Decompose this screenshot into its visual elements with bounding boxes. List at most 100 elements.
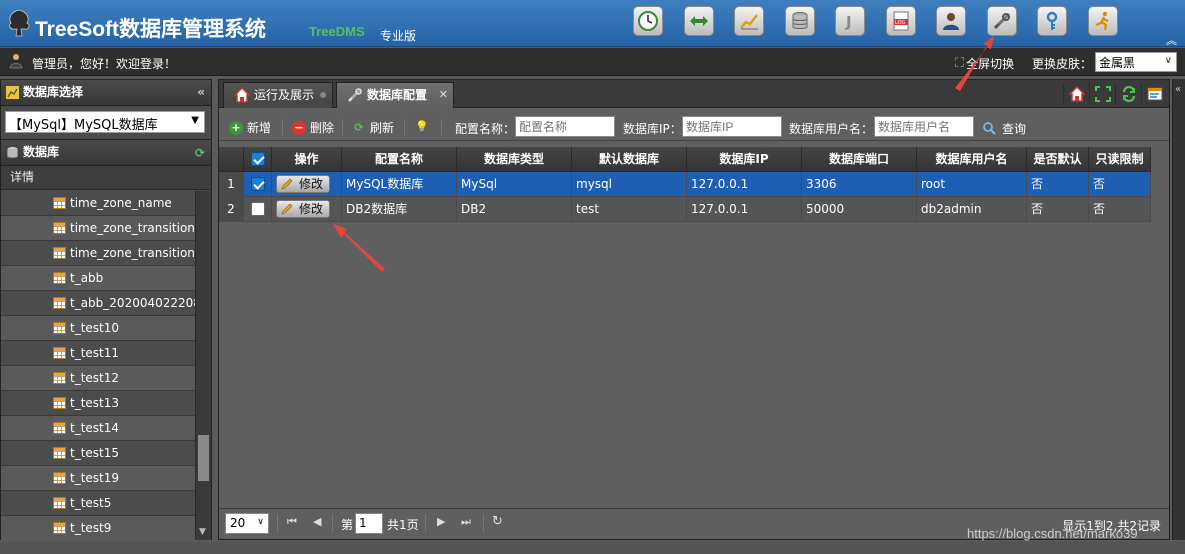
tab-label: 运行及展示 [254,88,315,102]
header-checkbox-cell[interactable] [244,147,272,172]
row-actions: 修改 [272,197,342,222]
plus-icon: + [229,120,243,135]
cell-is-default: 否 [1027,172,1089,197]
database-icon[interactable] [784,6,815,36]
tab-run-display[interactable]: 运行及展示 [223,82,333,108]
tree-item[interactable]: t_test12 [1,366,196,391]
clock-icon[interactable] [633,6,663,36]
row-checkbox-cell[interactable] [244,172,272,197]
chevron-down-icon: ∨ [257,517,264,527]
table-row[interactable]: 2 修改 DB2数据库 DB2 test 127.0.0.1 50000 db2… [219,197,1151,222]
db-select-panel-title: 数据库选择 « [1,80,211,106]
fullscreen-label: 全屏切换 [966,57,1015,71]
page-total: 共1页 [387,518,419,532]
page-size-select[interactable]: 20 ∨ [225,513,269,534]
query-button[interactable]: 查询 [983,120,1026,137]
user-input[interactable] [874,116,974,137]
db-select-value: 【MySql】MySQL数据库 [9,118,158,133]
page-prefix: 第 [341,518,354,532]
collapse-left-icon[interactable]: « [197,80,205,105]
cell-db-type: DB2 [457,197,572,222]
last-page-icon[interactable]: ⏭ [461,515,471,529]
tree-item[interactable]: t_test9 [1,516,196,540]
pencil-icon [281,178,293,190]
row-checkbox-cell[interactable] [244,197,272,222]
first-page-icon[interactable]: ⏮ [287,515,297,529]
tree-item[interactable]: t_test13 [1,391,196,416]
delete-button[interactable]: − 删除 [292,119,334,136]
j-icon[interactable]: J [835,6,865,36]
next-page-icon[interactable]: ▶ [437,515,445,528]
row-checkbox[interactable] [251,201,265,216]
tab-db-config[interactable]: 数据库配置 ✕ [336,82,454,108]
db-select[interactable]: 【MySql】MySQL数据库 ▼ [5,111,205,133]
table-row[interactable]: 1 修改 MySQL数据库 MySql mysql 127.0.0.1 3306… [219,172,1151,197]
tip-button[interactable]: 💡 [415,119,433,133]
edit-button[interactable]: 修改 [276,175,331,193]
chart-icon[interactable] [734,6,764,36]
table-icon [53,497,66,509]
refresh-icon[interactable] [1115,83,1141,105]
page-input[interactable]: 1 [355,513,383,534]
tree-item[interactable]: time_zone_transition_ [1,241,196,266]
header-collapse-icon[interactable]: ︽ [1166,32,1177,48]
tree-item[interactable]: t_test11 [1,341,196,366]
tree-item-label: t_test15 [70,446,120,460]
log-icon[interactable]: LOG [885,6,916,36]
cell-db-user: db2admin [917,197,1027,222]
select-all-checkbox[interactable] [250,151,265,166]
fullscreen-toggle[interactable]: ⛶ 全屏切换 [955,55,1014,72]
tree-item[interactable]: time_zone_transition [1,216,196,241]
cell-db-user: root [917,172,1027,197]
tree-item[interactable]: t_abb_2020040222085 [1,291,196,316]
refresh-icon[interactable]: ⟳ [195,141,205,166]
lightbulb-icon: 💡 [415,119,429,133]
tree-item[interactable]: t_test14 [1,416,196,441]
config-name-input[interactable] [515,116,615,137]
toolbar-divider [282,119,283,135]
tree-item[interactable]: t_test19 [1,466,196,491]
tree-item[interactable]: t_abb [1,266,196,291]
tree-item[interactable]: time_zone_name [1,191,196,216]
edit-button[interactable]: 修改 [276,200,331,218]
home-icon[interactable] [1063,83,1089,105]
col-header: 数据库IP [687,147,802,172]
user-icon[interactable] [936,6,966,36]
skin-select[interactable]: 金属黑 ∨ [1095,52,1177,72]
arrows-icon[interactable] [683,6,714,36]
tree-scrollbar[interactable]: ▼ [195,191,211,540]
tree-item[interactable]: t_test5 [1,491,196,516]
tab-dot [320,92,326,98]
prev-page-icon[interactable]: ◀ [313,515,321,528]
tab-label: 数据库配置 [367,88,428,102]
col-header: 是否默认 [1027,147,1089,172]
app-subtitle: TreeDMS [309,24,365,39]
app-header: TreeSoft数据库管理系统 TreeDMS 专业版 J LOG ︽ [0,0,1185,47]
tools-icon[interactable] [986,6,1017,36]
table-icon [53,197,66,209]
close-icon[interactable]: ✕ [439,83,448,107]
detail-row[interactable]: 详情 [1,166,211,190]
db-select-wrap: 【MySql】MySQL数据库 ▼ [1,106,211,140]
edition-label: 专业版 [380,29,417,43]
reload-icon[interactable]: ↻ [492,514,503,529]
row-checkbox[interactable] [251,176,265,191]
right-collapsed-panel[interactable]: « [1172,79,1185,540]
window-icon[interactable] [1141,83,1167,105]
col-header: 默认数据库 [572,147,687,172]
refresh-button[interactable]: ⟳ 刷新 [352,119,394,136]
expand-right-icon[interactable]: « [1175,84,1181,95]
ip-input[interactable] [682,116,782,137]
tab-tools [1063,83,1167,105]
tree-item[interactable]: t_test15 [1,441,196,466]
run-icon[interactable] [1087,6,1118,36]
scroll-thumb[interactable] [198,435,209,481]
tree-item[interactable]: t_test10 [1,316,196,341]
fullscreen-icon[interactable] [1089,83,1115,105]
key-icon[interactable] [1037,6,1067,36]
ip-label: 数据库IP： [623,122,682,136]
config-name-label: 配置名称： [455,122,516,136]
scroll-down-icon[interactable]: ▼ [199,527,206,537]
add-button[interactable]: + 新增 [229,119,271,136]
table-icon [53,447,66,459]
